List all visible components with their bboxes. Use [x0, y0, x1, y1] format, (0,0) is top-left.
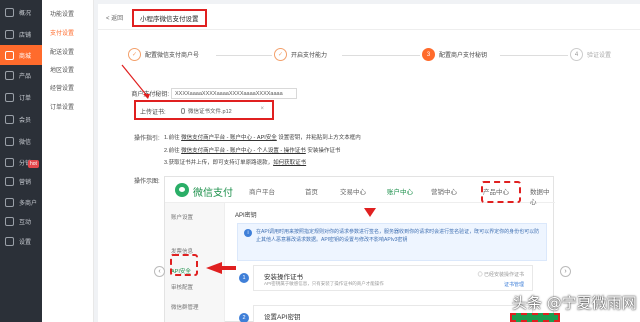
content-header: < 返回 小程序微信支付设置: [98, 4, 640, 30]
api-key-info: i 在API调用时用来按照指定规则对你的请求参数进行签名，服务器收到你的请求时会…: [237, 223, 547, 261]
step-number-1: 1: [239, 273, 249, 283]
shot-tab-home[interactable]: 首页: [305, 186, 318, 196]
guide-label: 操作指引:: [134, 136, 160, 142]
nav-item-wechat[interactable]: 微信: [0, 131, 42, 151]
nav-item-marketing[interactable]: 营销: [0, 171, 42, 191]
step-2-check-icon: ✓: [274, 48, 287, 61]
nav-item-interact[interactable]: 互动: [0, 211, 42, 231]
cert-file-name: 微信证书文件.p12: [188, 109, 232, 115]
shot-tab-trade[interactable]: 交易中心: [340, 186, 366, 196]
nav-item-merchant[interactable]: 多商户: [0, 192, 42, 212]
nav-item-product[interactable]: 产品: [0, 65, 42, 85]
set-api-key-title: 设置API密钥: [264, 314, 301, 321]
next-arrow-icon[interactable]: ›: [560, 266, 571, 277]
nav-item-order[interactable]: 订单: [0, 87, 42, 107]
install-cert-title: 安装操作证书: [264, 274, 303, 281]
order-icon: [5, 92, 14, 102]
step-connector: [216, 55, 272, 56]
step-4: 4 验证设置: [570, 48, 611, 61]
wechat-icon: [5, 136, 14, 146]
wxpay-brand: 微信支付: [193, 188, 233, 199]
highlight-account-tab: [481, 181, 521, 203]
guide-link-api-security[interactable]: 微信支付商户平台 - 账户中心 - API安全: [181, 135, 277, 141]
store-icon: [5, 29, 14, 39]
subnav-item-function[interactable]: 功能设置: [42, 5, 94, 25]
step-2: ✓ 开启支付能力: [274, 48, 327, 61]
page-title: 小程序微信支付设置: [132, 9, 207, 27]
cert-file-chip[interactable]: 微信证书文件.p12: [181, 107, 269, 115]
merchant-key-label: 商户支付秘钥:: [131, 92, 169, 98]
sub-nav: 功能设置 支付设置 配送设置 地区设置 经营设置 订单设置: [42, 0, 94, 322]
subnav-item-order[interactable]: 订单设置: [42, 98, 94, 118]
step-4-number: 4: [570, 48, 583, 61]
subnav-item-delivery[interactable]: 配送设置: [42, 43, 94, 63]
guide-line-2: 2.前往 微信支付商户平台 - 账户中心 - 个人设置 - 操作证书 安装操作证…: [164, 148, 341, 154]
watermark: 头条 @宁夏微雨网: [512, 294, 637, 312]
hot-badge: hot: [28, 160, 39, 168]
step-3-number: 3: [422, 48, 435, 61]
step-2-label: 开启支付能力: [291, 53, 328, 59]
distribution-icon: [5, 157, 14, 167]
merchant-icon: [5, 197, 14, 207]
step-4-label: 验证设置: [587, 53, 612, 59]
step-connector: [342, 55, 420, 56]
subnav-item-business[interactable]: 经营设置: [42, 79, 94, 99]
info-icon: i: [244, 229, 252, 237]
step-1-check-icon: ✓: [128, 48, 141, 61]
shot-tab-marketing[interactable]: 营销中心: [431, 186, 457, 196]
remove-file-icon[interactable]: ×: [260, 106, 264, 112]
interact-icon: [5, 216, 14, 226]
back-link[interactable]: < 返回: [106, 13, 123, 22]
step-connector: [500, 55, 568, 56]
member-icon: [5, 114, 14, 124]
guide-line-3: 3.获取证书并上传，即可支持订单原路退款，如何获取证书: [164, 160, 307, 166]
step-1: ✓ 配置微信支付商户号: [128, 48, 199, 61]
highlight-api-security: [170, 254, 198, 276]
main-nav: 概况 店铺 商城 产品 订单 会员 微信 分销 营销 多商户 互动 设置 hot: [0, 0, 42, 322]
wxpay-platform: 商户平台: [249, 189, 275, 196]
subnav-item-payment[interactable]: 支付设置: [42, 24, 94, 44]
guide-link-cert[interactable]: 微信支付商户平台 - 账户中心 - 个人设置 - 操作证书: [181, 148, 306, 154]
nav-item-settings[interactable]: 设置: [0, 231, 42, 251]
shot-side-review[interactable]: 审核配置: [171, 283, 193, 291]
wechat-pay-logo-icon: [175, 183, 189, 197]
shot-side-group[interactable]: 微信群管理: [171, 303, 199, 311]
guide-line-1: 1.前往 微信支付商户平台 - 账户中心 - API安全 设置密钥，并粘贴到上方…: [164, 135, 361, 141]
app-root: 概况 店铺 商城 产品 订单 会员 微信 分销 营销 多商户 互动 设置 hot…: [0, 0, 640, 322]
cert-installed-status: ◎ 已经安装操作证书: [477, 272, 524, 278]
shot-tab-account[interactable]: 账户中心: [387, 186, 413, 196]
nav-item-store[interactable]: 店铺: [0, 24, 42, 44]
nav-item-overview[interactable]: 概况: [0, 2, 42, 22]
api-key-info-text: 在API调用时用来按照指定规则对你的请求参数进行签名，服务器收到你的请求时会进行…: [256, 229, 540, 243]
paperclip-icon: [181, 108, 185, 114]
settings-icon: [5, 236, 14, 246]
cert-label: 上传证书:: [140, 110, 166, 116]
subnav-item-region[interactable]: 地区设置: [42, 61, 94, 81]
shot-main-title: API密钥: [235, 213, 257, 219]
example-label: 操作示图:: [134, 179, 160, 185]
nav-item-member[interactable]: 会员: [0, 109, 42, 129]
product-icon: [5, 70, 14, 80]
cert-upload-row: 上传证书: 微信证书文件.p12 ×: [134, 100, 274, 120]
guide-link-how-to-get-cert[interactable]: 如何获取证书: [273, 160, 306, 166]
step-3: 3 配置商户支付秘钥: [422, 48, 487, 61]
merchant-key-input[interactable]: XXXXaaaaXXXXaaaaXXXXaaaaXXXXaaaa: [171, 88, 297, 99]
install-cert-desc: API密钥属于敏感信息，只有安装了操作证书的商户才能操作: [264, 281, 384, 286]
home-icon: [5, 7, 14, 17]
install-cert-card: 安装操作证书 API密钥属于敏感信息，只有安装了操作证书的商户才能操作 ◎ 已经…: [253, 265, 533, 291]
shot-tab-data[interactable]: 数据中心: [530, 186, 555, 206]
mall-icon: [5, 50, 14, 60]
marketing-icon: [5, 176, 14, 186]
example-screenshot: 微信支付 商户平台 首页 交易中心 账户中心 营销中心 产品中心 数据中心 账户…: [164, 176, 555, 322]
set-key-button[interactable]: [510, 313, 560, 322]
step-3-label: 配置商户支付秘钥: [439, 53, 488, 59]
step-number-2: 2: [239, 313, 249, 322]
step-1-label: 配置微信支付商户号: [145, 53, 200, 59]
set-api-key-card: 设置API密钥: [253, 305, 533, 322]
cert-manage-link[interactable]: 证书管理: [504, 281, 524, 288]
shot-side-account[interactable]: 账户设置: [171, 213, 193, 221]
prev-arrow-icon[interactable]: ‹: [154, 266, 165, 277]
nav-item-mall[interactable]: 商城: [0, 45, 42, 65]
